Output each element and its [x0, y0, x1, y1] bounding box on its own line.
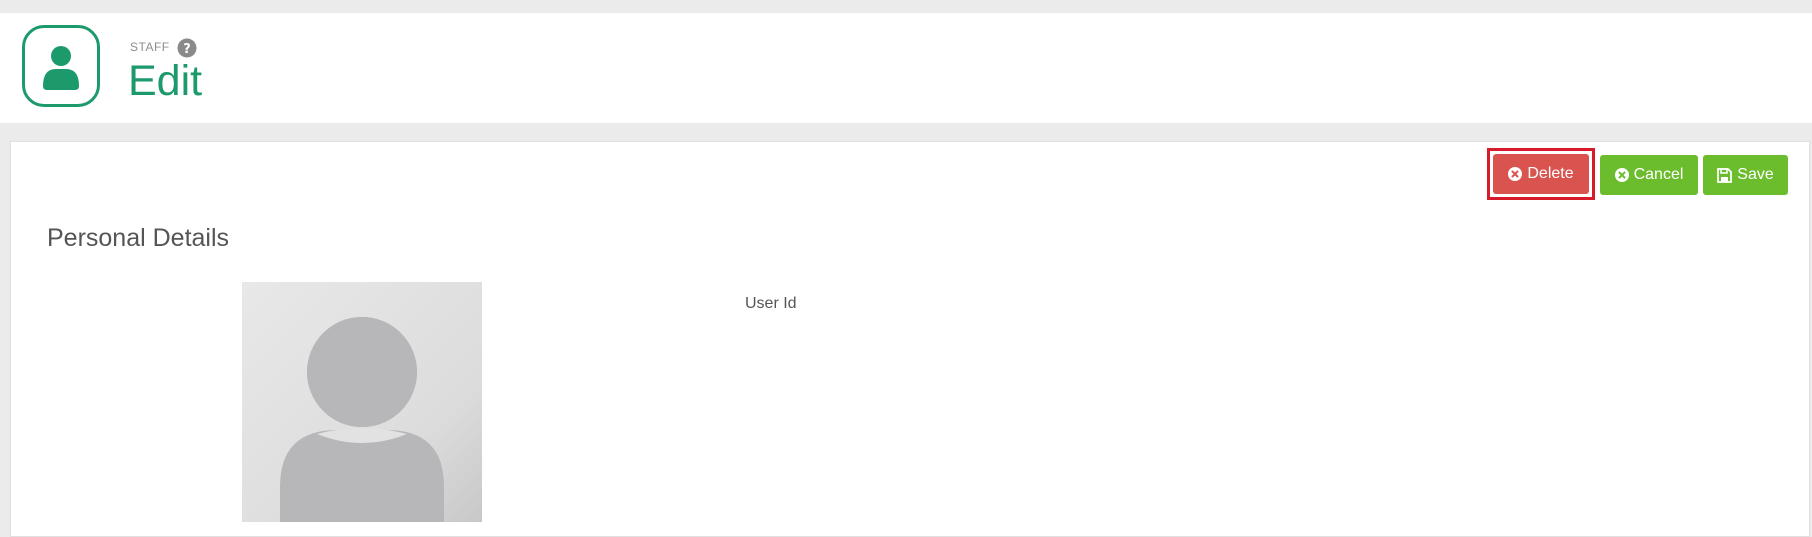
- question-circle-icon[interactable]: ?: [177, 38, 197, 58]
- delete-button[interactable]: Delete: [1493, 154, 1589, 194]
- save-button[interactable]: Save: [1703, 155, 1788, 195]
- floppy-disk-icon: [1717, 167, 1733, 183]
- cancel-button-label: Cancel: [1633, 166, 1684, 183]
- page-header: STAFF ? Edit: [0, 13, 1812, 123]
- svg-text:?: ?: [183, 42, 191, 57]
- delete-button-label: Delete: [1527, 165, 1574, 182]
- times-circle-icon: [1614, 168, 1629, 182]
- section-title: Personal Details: [47, 224, 230, 252]
- profile-photo-placeholder[interactable]: [242, 282, 482, 522]
- avatar-silhouette-icon: [280, 317, 444, 522]
- module-label: STAFF: [130, 40, 170, 54]
- user-id-label: User Id: [745, 295, 797, 312]
- delete-button-highlight: Delete: [1487, 148, 1595, 200]
- user-icon: [22, 25, 100, 107]
- action-toolbar: Delete Cancel Save: [1487, 148, 1788, 200]
- top-strip: [0, 0, 1812, 13]
- times-circle-icon: [1508, 167, 1523, 181]
- save-button-label: Save: [1737, 166, 1774, 183]
- page-title: Edit: [128, 57, 203, 105]
- content-panel: Delete Cancel Save Personal Details User…: [10, 141, 1810, 537]
- cancel-button[interactable]: Cancel: [1600, 155, 1698, 195]
